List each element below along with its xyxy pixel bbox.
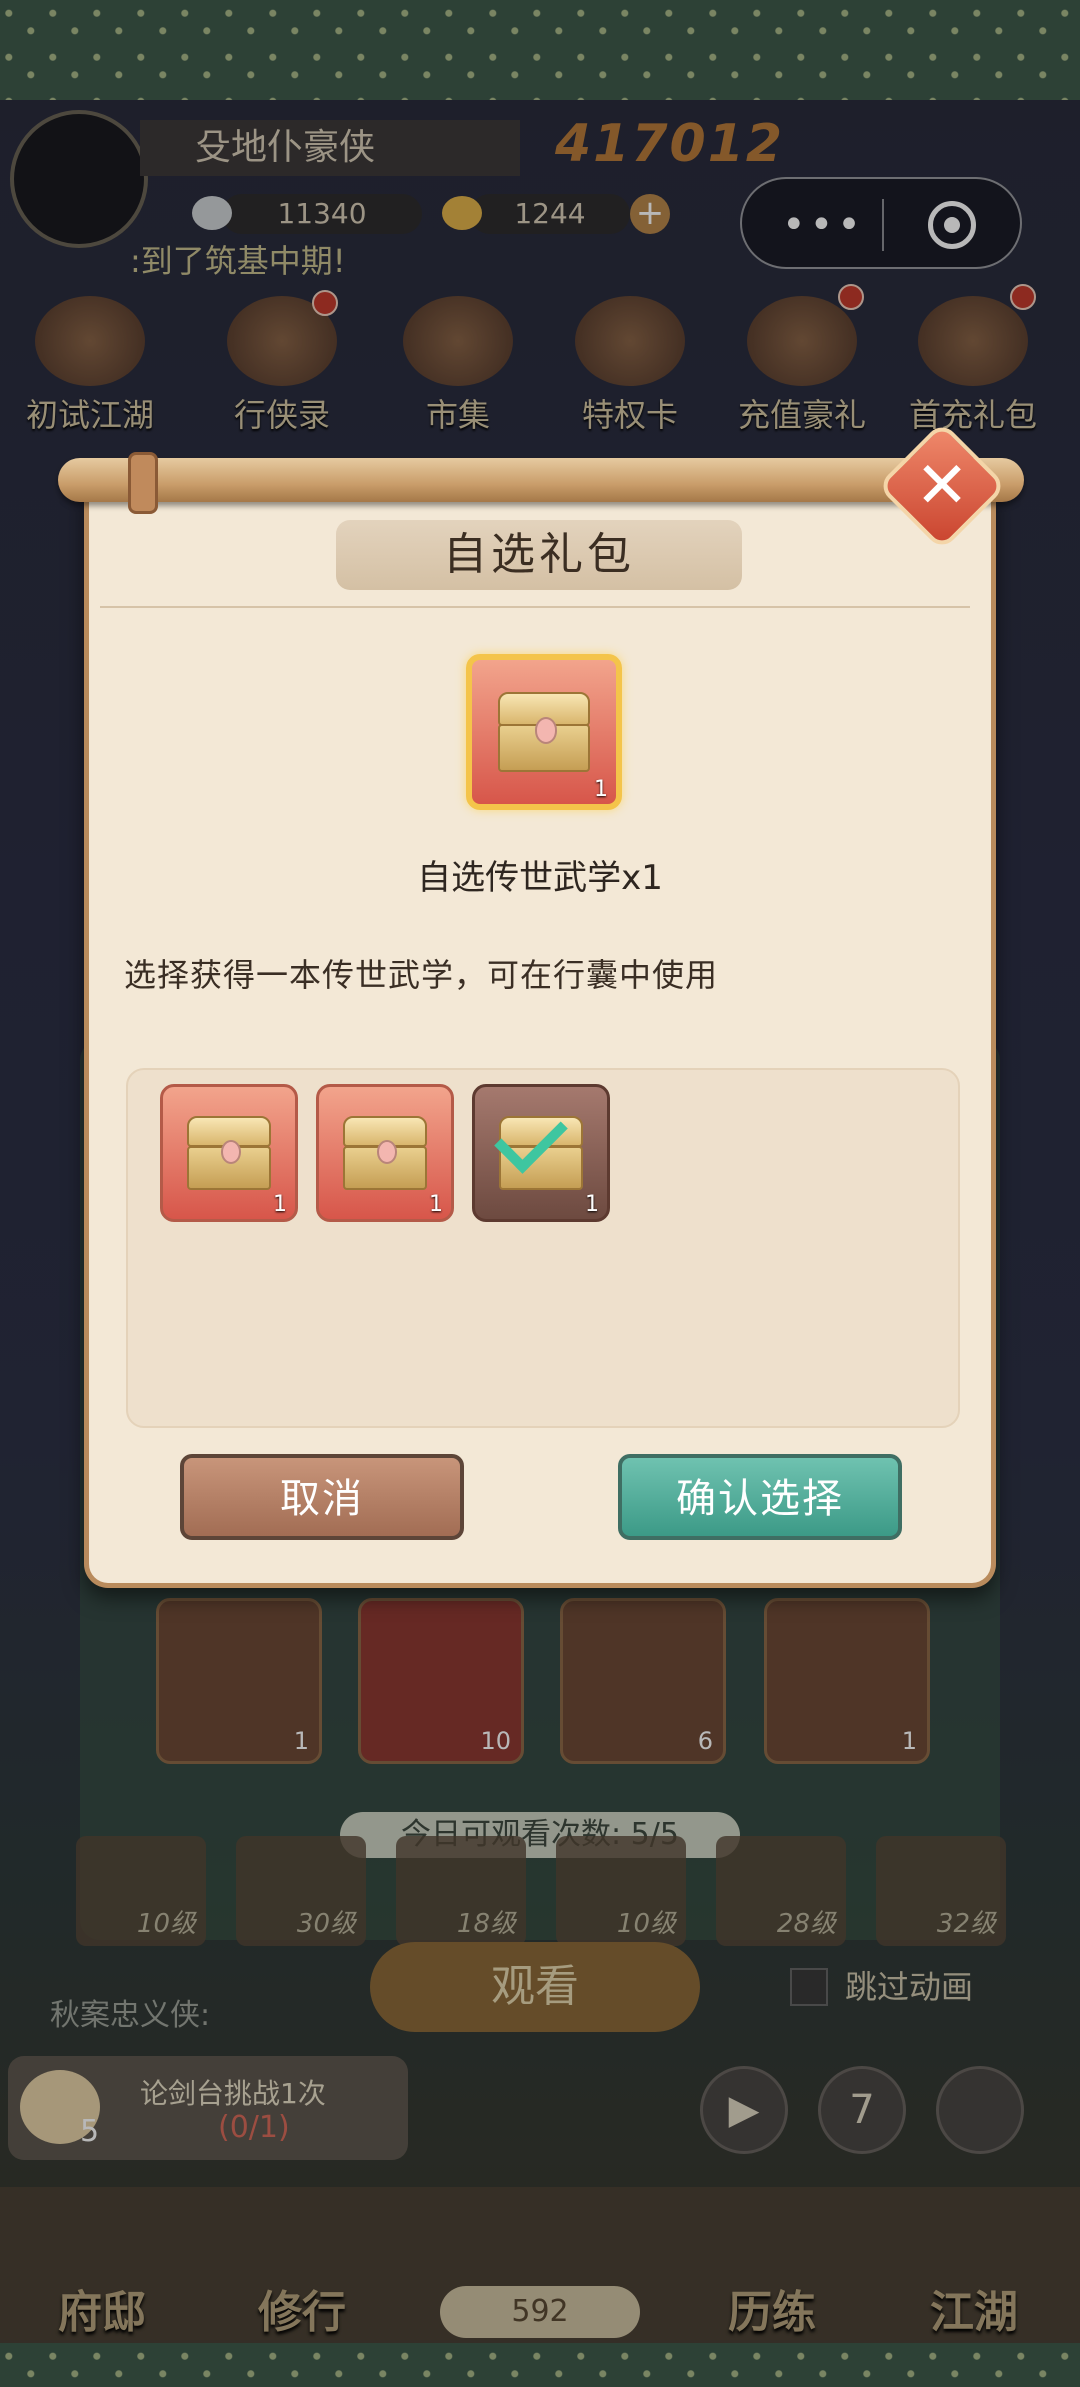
close-icon[interactable]: ✕: [896, 440, 988, 532]
item-description: 选择获得一本传世武学，可在行囊中使用: [124, 956, 719, 994]
chest-icon: [186, 1116, 272, 1190]
gift-qty: 1: [594, 777, 608, 802]
option-qty: 1: [429, 1192, 443, 1217]
option-item-1[interactable]: 1: [160, 1084, 298, 1222]
option-qty: 1: [585, 1192, 599, 1217]
dialog-title: 自选礼包: [443, 529, 635, 580]
cancel-button[interactable]: 取消: [180, 1454, 464, 1540]
option-qty: 1: [273, 1192, 287, 1217]
scroll-knot: [128, 452, 158, 514]
chest-gem: [534, 717, 558, 745]
option-item-3[interactable]: 1: [472, 1084, 610, 1222]
title-divider: [100, 606, 970, 608]
chest-icon: [497, 691, 591, 773]
gift-item: 1: [466, 654, 622, 810]
item-name: 自选传世武学x1: [417, 858, 663, 898]
confirm-selection-button[interactable]: 确认选择: [618, 1454, 902, 1540]
option-item-2[interactable]: 1: [316, 1084, 454, 1222]
scroll-rod: [58, 458, 1024, 502]
chest-icon: [342, 1116, 428, 1190]
